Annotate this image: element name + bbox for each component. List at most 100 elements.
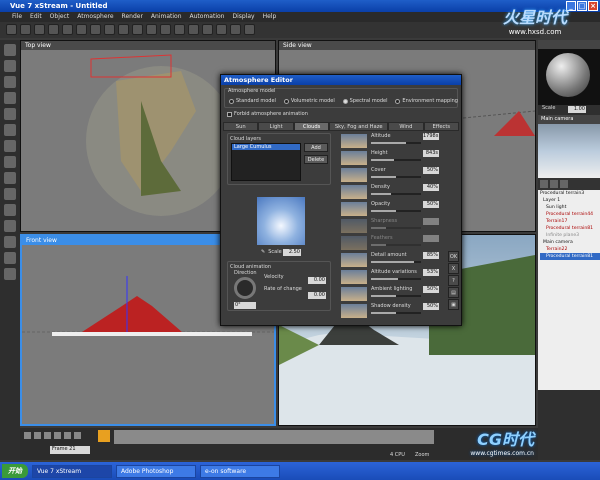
direction-angle-input[interactable]: 0° [234, 302, 256, 309]
load-icon[interactable]: ▤ [448, 287, 459, 298]
next-frame-icon[interactable] [64, 432, 71, 439]
rate-input[interactable]: 0.00 [308, 292, 326, 299]
tree-link-icon[interactable] [550, 180, 558, 188]
start-button[interactable]: 开始 [2, 464, 28, 478]
right-scale-input[interactable]: 1.00 [568, 106, 586, 113]
tree-item-selected[interactable]: Procedural terrain81 [540, 253, 600, 260]
cloud-layer-item[interactable]: Large Cumulus [232, 144, 300, 150]
group-tool-icon[interactable] [4, 236, 16, 248]
undo-icon[interactable] [90, 24, 101, 35]
torus-tool-icon[interactable] [4, 204, 16, 216]
rock-tool-icon[interactable] [4, 92, 16, 104]
task-vue[interactable]: Vue 7 xStream [32, 464, 112, 478]
param-thumbnail[interactable] [341, 168, 367, 182]
param-value-input[interactable]: 40% [423, 184, 439, 191]
tab-wind[interactable]: Wind [388, 122, 424, 131]
param-thumbnail[interactable] [341, 253, 367, 267]
param-thumbnail[interactable] [341, 151, 367, 165]
cone-tool-icon[interactable] [4, 188, 16, 200]
menu-atmosphere[interactable]: Atmosphere [77, 12, 113, 22]
layout-icon[interactable] [244, 24, 255, 35]
tree-item[interactable]: Procedural terrain3 [540, 190, 600, 197]
param-value-input[interactable]: 50% [423, 303, 439, 310]
fast-forward-icon[interactable] [74, 432, 81, 439]
keyframe-icon[interactable] [98, 430, 110, 442]
tree-item[interactable]: Procedural terrain44 [540, 211, 600, 218]
param-value-input[interactable]: 85% [423, 252, 439, 259]
cylinder-tool-icon[interactable] [4, 172, 16, 184]
scale-input[interactable]: 2.50 [283, 249, 301, 256]
timeline-track[interactable] [114, 430, 434, 444]
param-slider[interactable] [371, 295, 421, 297]
param-slider[interactable] [371, 210, 421, 212]
task-photoshop[interactable]: Adobe Photoshop [116, 464, 196, 478]
cancel-button[interactable]: X [448, 263, 459, 274]
param-thumbnail[interactable] [341, 134, 367, 148]
menu-render[interactable]: Render [122, 12, 143, 22]
rewind-icon[interactable] [24, 432, 31, 439]
param-thumbnail[interactable] [341, 185, 367, 199]
ok-button[interactable]: OK [448, 251, 459, 262]
zoom-icon[interactable] [216, 24, 227, 35]
tab-light[interactable]: Light [258, 122, 294, 131]
param-value-input[interactable]: 50% [423, 286, 439, 293]
tree-item[interactable]: Layer 1 [540, 197, 600, 204]
tree-add-icon[interactable] [540, 180, 548, 188]
material-preview[interactable] [538, 49, 600, 105]
cloud-preview-image[interactable] [257, 197, 305, 245]
tab-sky-fog-haze[interactable]: Sky, Fog and Haze [329, 122, 389, 131]
param-thumbnail[interactable] [341, 202, 367, 216]
param-value-input[interactable]: 50% [423, 201, 439, 208]
delete-layer-button[interactable]: Delete [304, 155, 328, 164]
text-tool-icon[interactable] [4, 60, 16, 72]
radio-volumetric-model[interactable]: Volumetric model [283, 98, 335, 104]
menu-help[interactable]: Help [263, 12, 277, 22]
add-layer-button[interactable]: Add [304, 143, 328, 152]
param-thumbnail[interactable] [341, 270, 367, 284]
save-icon[interactable]: ▣ [448, 299, 459, 310]
sun-icon[interactable] [146, 24, 157, 35]
param-slider[interactable] [371, 176, 421, 178]
menu-edit[interactable]: Edit [30, 12, 42, 22]
param-thumbnail[interactable] [341, 287, 367, 301]
param-thumbnail[interactable] [341, 219, 367, 233]
camera-icon[interactable] [188, 24, 199, 35]
param-slider[interactable] [371, 312, 421, 314]
param-value-input[interactable]: 50% [423, 167, 439, 174]
radio-environment-mapping[interactable]: Environment mapping [395, 98, 458, 104]
param-value-input[interactable] [423, 235, 439, 242]
save-icon[interactable] [34, 24, 45, 35]
light-icon[interactable] [202, 24, 213, 35]
param-slider[interactable] [371, 142, 421, 144]
menu-object[interactable]: Object [50, 12, 70, 22]
tree-delete-icon[interactable] [560, 180, 568, 188]
menu-file[interactable]: File [12, 12, 22, 22]
help-icon[interactable]: ? [448, 275, 459, 286]
velocity-input[interactable]: 0.00 [308, 277, 326, 284]
param-value-input[interactable] [423, 218, 439, 225]
param-value-input[interactable]: 53% [423, 269, 439, 276]
new-icon[interactable] [6, 24, 17, 35]
material-icon[interactable] [160, 24, 171, 35]
param-thumbnail[interactable] [341, 304, 367, 318]
param-value-input[interactable]: 843s [423, 150, 439, 157]
radio-spectral-model[interactable]: Spectral model [342, 98, 387, 104]
tree-item[interactable]: Terrain22 [540, 246, 600, 253]
param-slider[interactable] [371, 193, 421, 195]
render-icon[interactable] [174, 24, 185, 35]
tree-item[interactable]: Terrain17 [540, 218, 600, 225]
play-icon[interactable] [54, 432, 61, 439]
boolean-tool-icon[interactable] [4, 252, 16, 264]
cloud-icon[interactable] [132, 24, 143, 35]
tree-item[interactable]: Main camera [540, 239, 600, 246]
param-slider[interactable] [371, 261, 421, 263]
camera-preview[interactable] [538, 124, 600, 178]
terrain-tool-icon[interactable] [4, 76, 16, 88]
menu-automation[interactable]: Automation [190, 12, 225, 22]
tab-effects[interactable]: Effects [423, 122, 460, 131]
paste-icon[interactable] [76, 24, 87, 35]
grid-icon[interactable] [230, 24, 241, 35]
stop-icon[interactable] [44, 432, 51, 439]
param-slider[interactable] [371, 227, 421, 229]
copy-icon[interactable] [62, 24, 73, 35]
